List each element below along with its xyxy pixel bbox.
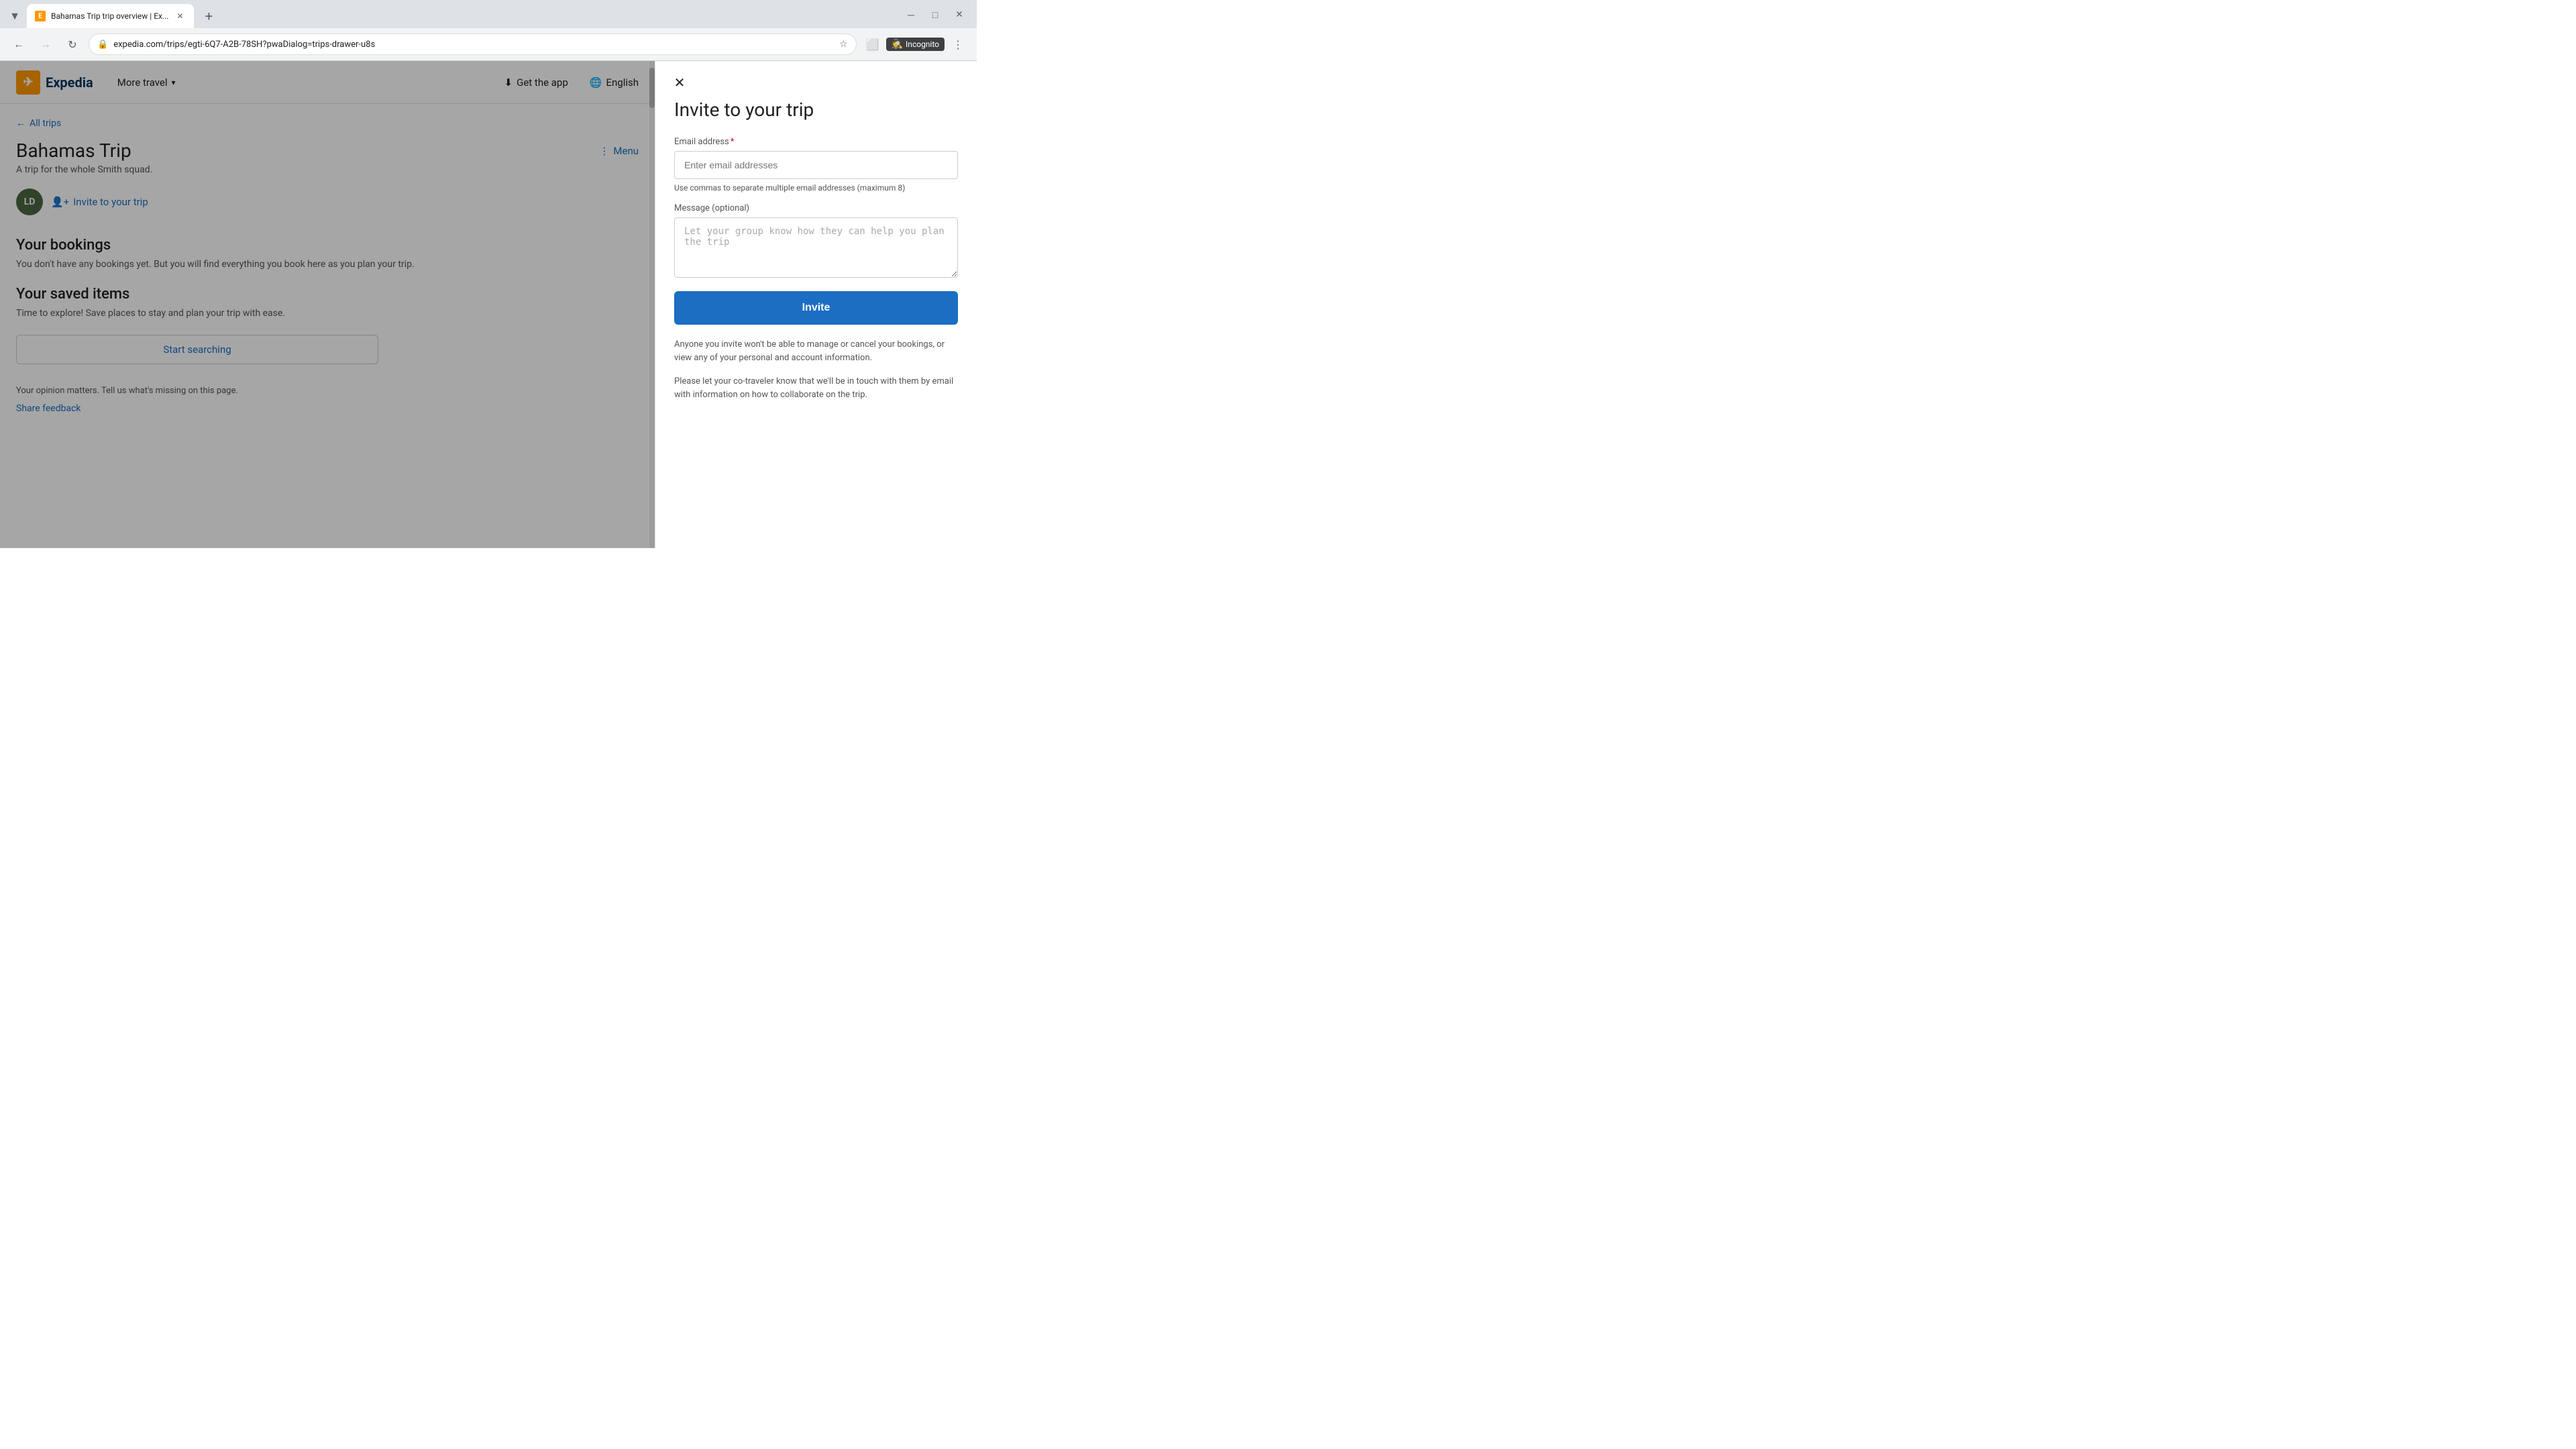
message-field-group: Message (optional) <box>674 203 958 280</box>
restore-button[interactable]: □ <box>926 5 945 24</box>
drawer-title: Invite to your trip <box>674 99 958 121</box>
menu-button[interactable]: ⋮ <box>947 34 969 55</box>
collab-note: Please let your co-traveler know that we… <box>674 375 958 401</box>
url-text: expedia.com/trips/egti-6Q7-A2B-78SH?pwaD… <box>113 40 834 50</box>
backdrop-overlay[interactable] <box>0 61 655 548</box>
reload-button[interactable]: ↻ <box>62 34 83 55</box>
message-label: Message (optional) <box>674 203 958 213</box>
privacy-note: Anyone you invite won't be able to manag… <box>674 338 958 364</box>
active-tab[interactable]: E Bahamas Trip trip overview | Ex... ✕ <box>27 4 194 28</box>
bookmark-icon[interactable]: ☆ <box>839 39 848 50</box>
tab-close-button[interactable]: ✕ <box>174 10 186 22</box>
incognito-badge: 🕵 Incognito <box>886 38 945 51</box>
message-input[interactable] <box>674 217 958 278</box>
email-input[interactable] <box>674 151 958 179</box>
forward-button[interactable]: → <box>35 34 56 55</box>
lock-icon: 🔒 <box>97 40 108 50</box>
close-button[interactable]: ✕ <box>950 5 969 24</box>
tab-switcher[interactable]: ▼ <box>5 7 24 25</box>
tab-title: Bahamas Trip trip overview | Ex... <box>51 11 168 21</box>
tab-favicon: E <box>35 11 46 21</box>
email-hint: Use commas to separate multiple email ad… <box>674 183 958 193</box>
invite-button[interactable]: Invite <box>674 291 958 325</box>
url-bar[interactable]: 🔒 expedia.com/trips/egti-6Q7-A2B-78SH?pw… <box>89 34 857 55</box>
email-label: Email address* <box>674 137 958 147</box>
invite-drawer: ✕ Invite to your trip Email address* Use… <box>655 61 977 548</box>
minimize-button[interactable]: ─ <box>902 5 920 24</box>
cast-icon[interactable]: ⬜ <box>862 34 883 55</box>
incognito-label: Incognito <box>906 40 939 49</box>
drawer-close-button[interactable]: ✕ <box>669 72 690 93</box>
back-button[interactable]: ← <box>8 34 30 55</box>
email-field-group: Email address* Use commas to separate mu… <box>674 137 958 193</box>
new-tab-button[interactable]: + <box>199 7 218 25</box>
